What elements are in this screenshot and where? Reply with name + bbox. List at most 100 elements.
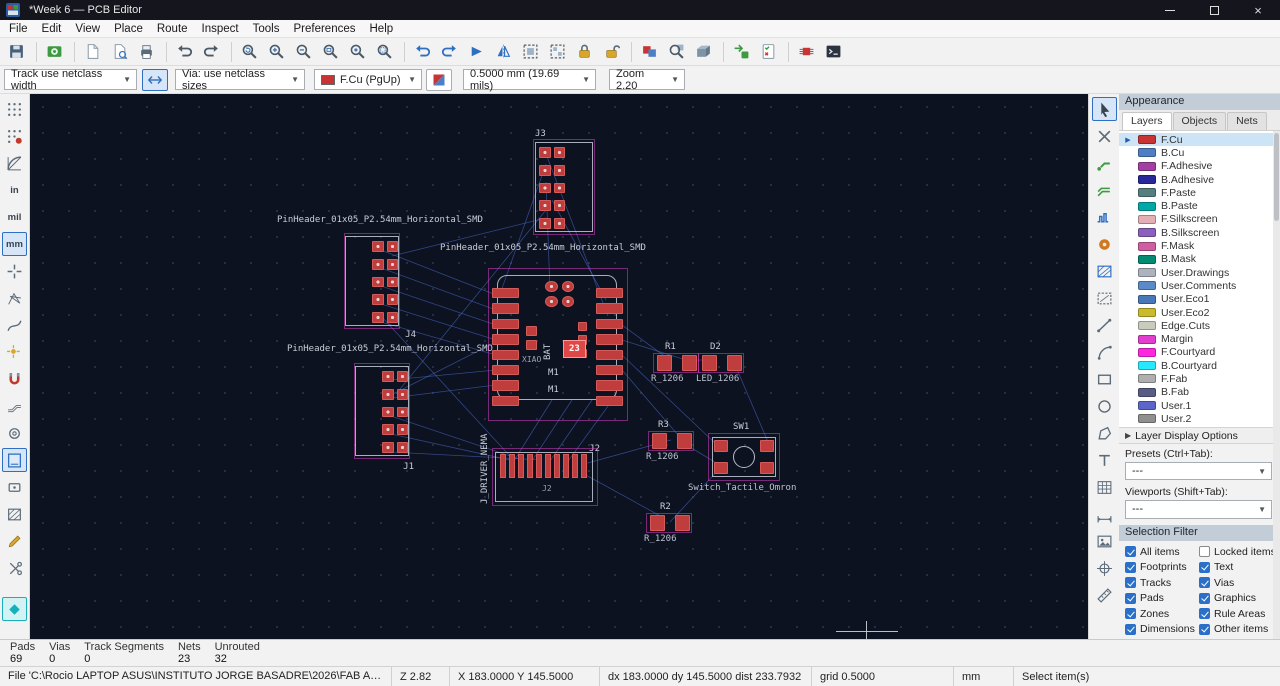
layer-pair-button[interactable]	[426, 68, 452, 91]
via-size-select[interactable]: Via: use netclass sizes ▼	[175, 68, 305, 92]
high-contrast-mode-button[interactable]	[2, 597, 27, 621]
menu-route[interactable]: Route	[150, 20, 195, 37]
magnetic-snap-button[interactable]	[2, 367, 27, 391]
layer-color-swatch[interactable]	[1138, 374, 1156, 384]
xiao-left-pads[interactable]	[492, 288, 519, 406]
layer-row-b-courtyard[interactable]: B.Courtyard	[1119, 359, 1280, 372]
filter-text[interactable]: Text	[1199, 561, 1278, 573]
viewports-select[interactable]: --- ▼	[1125, 500, 1272, 519]
draw-line-button[interactable]	[1092, 313, 1117, 337]
redo-button[interactable]	[199, 40, 224, 64]
search-footprints-button[interactable]	[664, 40, 689, 64]
checkbox[interactable]	[1125, 561, 1136, 573]
layer-color-swatch[interactable]	[1138, 401, 1156, 411]
layer-color-swatch[interactable]	[1138, 188, 1156, 198]
checkbox[interactable]	[1199, 608, 1210, 619]
close-button[interactable]: ×	[1236, 0, 1280, 20]
unlock-button[interactable]	[599, 40, 624, 64]
undo-button[interactable]	[172, 40, 197, 64]
menu-inspect[interactable]: Inspect	[195, 20, 246, 37]
layer-row-b-mask[interactable]: B.Mask	[1119, 253, 1280, 266]
presets-select[interactable]: --- ▼	[1125, 462, 1272, 481]
footprint-j2[interactable]: J2 J2	[492, 444, 600, 508]
mirror-button[interactable]	[491, 40, 516, 64]
local-ratsnest-button[interactable]	[1092, 124, 1117, 148]
ungroup-button[interactable]	[545, 40, 570, 64]
filter-zones[interactable]: Zones	[1125, 608, 1199, 620]
grid-overrides-button[interactable]	[2, 124, 27, 148]
pcb-canvas[interactable]: PinHeader_01x05_P2.54mm_Horizontal_SMD P…	[30, 94, 1088, 639]
draw-arc-button[interactable]	[1092, 340, 1117, 364]
filter-pads[interactable]: Pads	[1125, 592, 1199, 604]
filter-dimensions[interactable]: Dimensions	[1125, 623, 1199, 635]
layer-color-swatch[interactable]	[1138, 228, 1156, 238]
tune-track-length-button[interactable]	[1092, 205, 1117, 229]
footprint-j4[interactable]: J4	[344, 233, 416, 340]
update-pcb-from-schematic-button[interactable]	[729, 40, 754, 64]
page-settings-button[interactable]	[80, 40, 105, 64]
layer-row-f-fab[interactable]: F.Fab	[1119, 372, 1280, 385]
auto-track-width-button[interactable]	[142, 68, 168, 91]
layer-color-swatch[interactable]	[1138, 387, 1156, 397]
add-text-button[interactable]	[1092, 448, 1117, 472]
layer-row-edge-cuts[interactable]: Edge.Cuts	[1119, 319, 1280, 332]
layer-row-f-courtyard[interactable]: F.Courtyard	[1119, 346, 1280, 359]
units-mm-button[interactable]: mm	[2, 232, 27, 256]
layer-row-b-cu[interactable]: B.Cu	[1119, 146, 1280, 159]
menu-preferences[interactable]: Preferences	[286, 20, 362, 37]
j3-pads[interactable]	[539, 147, 565, 229]
tab-layers[interactable]: Layers	[1122, 112, 1172, 130]
panel-scrollbar[interactable]	[1273, 131, 1280, 639]
filter-footprints[interactable]: Footprints	[1125, 561, 1199, 573]
layer-color-swatch[interactable]	[1138, 175, 1156, 185]
footprint-j3[interactable]: J3	[533, 129, 595, 235]
board-setup-button[interactable]	[42, 40, 67, 64]
grid-size-select[interactable]: 0.5000 mm (19.69 mils) ▼	[463, 68, 596, 92]
zoom-selection-button[interactable]	[372, 40, 397, 64]
sketch-mode-vias-button[interactable]	[2, 421, 27, 445]
layer-color-swatch[interactable]	[1138, 241, 1156, 251]
layer-color-swatch[interactable]	[1138, 161, 1156, 171]
layout-knife-button[interactable]	[2, 556, 27, 580]
layer-color-swatch[interactable]	[1138, 334, 1156, 344]
toggle-grid-button[interactable]	[2, 97, 27, 121]
select-tool-button[interactable]	[1091, 97, 1117, 121]
tab-nets[interactable]: Nets	[1227, 112, 1267, 130]
zoom-in-button[interactable]	[264, 40, 289, 64]
layer-row-user-2[interactable]: User.2	[1119, 412, 1280, 425]
filter-graphics[interactable]: Graphics	[1199, 592, 1278, 604]
r2-pads[interactable]	[650, 515, 690, 531]
tab-objects[interactable]: Objects	[1172, 112, 1227, 130]
layer-row-f-silkscreen[interactable]: F.Silkscreen	[1119, 213, 1280, 226]
layer-row-b-fab[interactable]: B.Fab	[1119, 386, 1280, 399]
xiao-top-pads[interactable]	[545, 281, 574, 307]
active-layer-select[interactable]: F.Cu (PgUp) ▼	[314, 69, 422, 90]
layer-row-f-adhesive[interactable]: F.Adhesive	[1119, 160, 1280, 173]
menu-place[interactable]: Place	[107, 20, 150, 37]
show-layers-manager-button[interactable]	[637, 40, 662, 64]
layer-color-swatch[interactable]	[1138, 254, 1156, 264]
highlighted-pad-23[interactable]: 23	[563, 340, 586, 358]
checkbox[interactable]	[1125, 592, 1136, 604]
polar-coordinates-button[interactable]	[2, 151, 27, 175]
layer-color-swatch[interactable]	[1138, 268, 1156, 278]
layer-color-swatch[interactable]	[1138, 294, 1156, 304]
layer-row-b-adhesive[interactable]: B.Adhesive	[1119, 173, 1280, 186]
zoom-select[interactable]: Zoom 2.20 ▼	[609, 68, 685, 92]
rotate-ccw-button[interactable]	[410, 40, 435, 64]
layer-row-f-paste[interactable]: F.Paste	[1119, 186, 1280, 199]
footprint-r3[interactable]: R3 R_1206	[646, 420, 696, 465]
filter-other-items[interactable]: Other items	[1199, 623, 1278, 635]
measure-tool-button[interactable]	[1092, 583, 1117, 607]
draw-rectangle-button[interactable]	[1092, 367, 1117, 391]
design-rules-check-button[interactable]	[756, 40, 781, 64]
xiao-right-pads[interactable]	[596, 288, 623, 406]
d2-pads[interactable]	[702, 355, 742, 371]
curved-ratsnest-button[interactable]	[2, 313, 27, 337]
layer-row-user-eco2[interactable]: User.Eco2	[1119, 306, 1280, 319]
filter-tracks[interactable]: Tracks	[1125, 577, 1199, 589]
scripting-console-button[interactable]	[821, 40, 846, 64]
footprint-r1[interactable]: R1 R_1206	[651, 342, 701, 387]
footprint-j1[interactable]: J1	[354, 363, 414, 472]
show-ratsnest-button[interactable]	[2, 286, 27, 310]
